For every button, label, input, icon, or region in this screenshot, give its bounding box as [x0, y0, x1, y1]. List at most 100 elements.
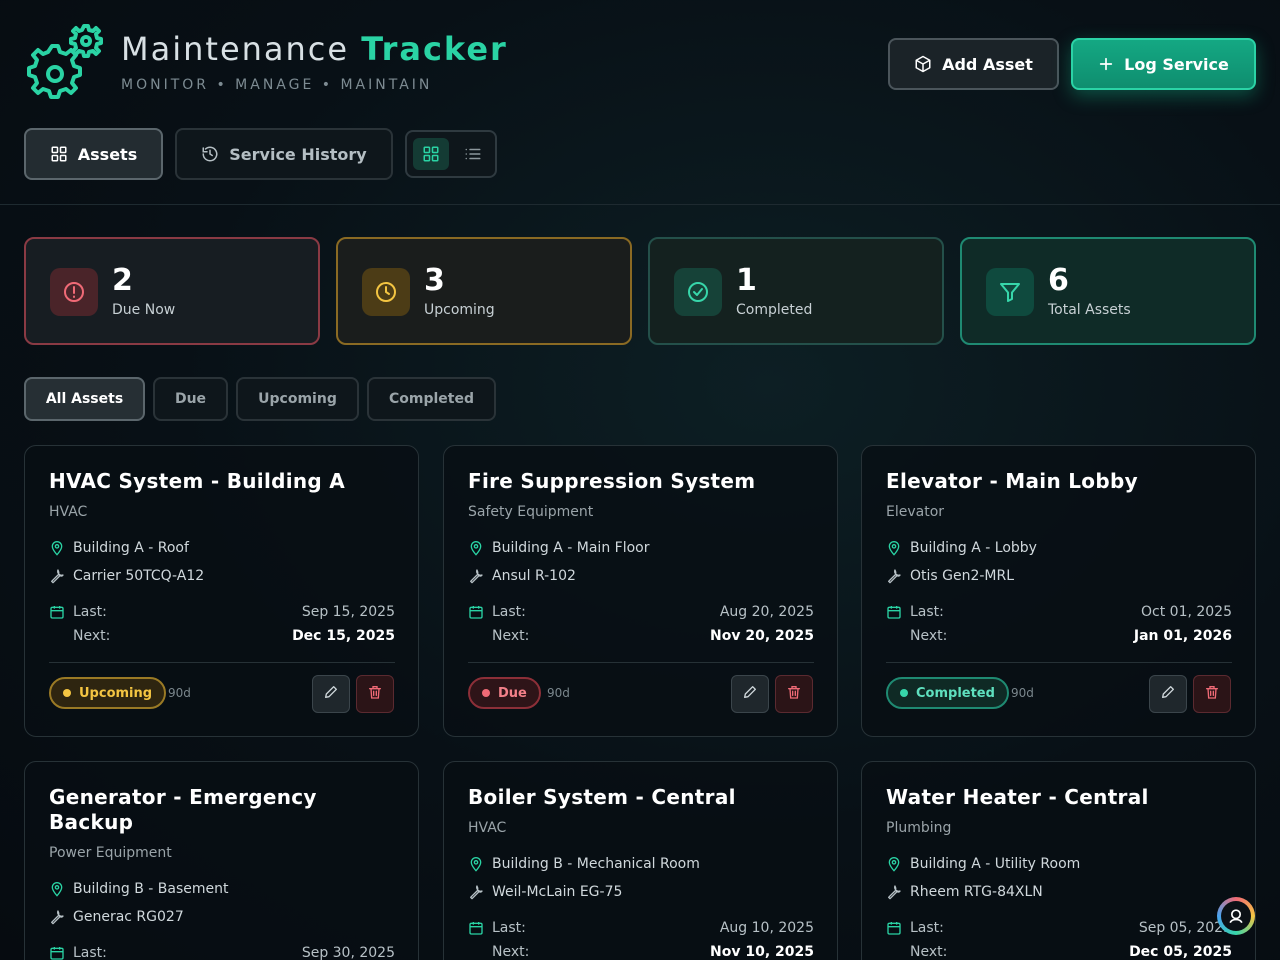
stat-card-total: 6 Total Assets	[960, 237, 1256, 345]
last-service-row: Last: Oct 01, 2025	[886, 602, 1232, 622]
asset-location: Building A - Lobby	[886, 538, 1232, 558]
edit-button[interactable]	[312, 675, 350, 713]
list-view-button[interactable]	[455, 138, 491, 170]
last-label: Last:	[910, 604, 944, 620]
last-service-row: Last: Aug 20, 2025	[468, 602, 814, 622]
stat-value: 1	[736, 263, 757, 298]
tab-assets[interactable]: Assets	[24, 128, 163, 180]
next-service-date: Dec 15, 2025	[292, 628, 395, 644]
user-avatar-button[interactable]	[1217, 897, 1255, 935]
pencil-icon	[1160, 684, 1176, 704]
stat-label: Total Assets	[1048, 302, 1131, 318]
next-label: Next:	[492, 944, 530, 960]
calendar-icon	[49, 945, 65, 960]
wrench-icon	[886, 884, 902, 900]
grid-view-button[interactable]	[413, 138, 449, 170]
asset-location-text: Building B - Basement	[73, 881, 229, 897]
last-label: Last:	[492, 920, 526, 936]
next-service-row: Next: Dec 15, 2025	[49, 626, 395, 646]
log-service-button[interactable]: Log Service	[1071, 38, 1256, 90]
asset-location-text: Building A - Main Floor	[492, 540, 650, 556]
asset-location: Building A - Roof	[49, 538, 395, 558]
asset-name: Fire Suppression System	[468, 469, 756, 493]
asset-location-text: Building B - Mechanical Room	[492, 856, 700, 872]
status-badge: Completed	[886, 677, 1009, 709]
tab-service-history-label: Service History	[229, 144, 367, 164]
next-label: Next:	[910, 944, 948, 960]
status-dot	[63, 689, 71, 697]
trash-icon	[1204, 684, 1220, 704]
asset-category: HVAC	[49, 504, 88, 520]
map-pin-icon	[886, 856, 902, 872]
asset-name: Boiler System - Central	[468, 785, 736, 809]
tab-assets-label: Assets	[77, 144, 138, 164]
grid-icon	[423, 146, 439, 162]
asset-card[interactable]: Generator - Emergency Backup Power Equipm…	[24, 761, 419, 960]
asset-model: Carrier 50TCQ-A12	[49, 566, 395, 586]
tab-service-history[interactable]: Service History	[175, 128, 393, 180]
status-text: Completed	[916, 685, 995, 701]
next-label: Next:	[910, 628, 948, 644]
clock-icon	[362, 268, 410, 316]
pencil-icon	[323, 684, 339, 704]
stat-card-due: 2 Due Now	[24, 237, 320, 345]
filter-due[interactable]: Due	[153, 377, 228, 421]
asset-category: Plumbing	[886, 820, 952, 836]
asset-card[interactable]: Water Heater - Central Plumbing Building A…	[861, 761, 1256, 960]
map-pin-icon	[886, 540, 902, 556]
last-label: Last:	[910, 920, 944, 936]
last-service-row: Last: Sep 15, 2025	[49, 602, 395, 622]
map-pin-icon	[49, 881, 65, 897]
asset-card[interactable]: HVAC System - Building A HVAC Building A -…	[24, 445, 419, 737]
add-asset-button[interactable]: Add Asset	[888, 38, 1059, 90]
stat-card-completed: 1 Completed	[648, 237, 944, 345]
delete-button[interactable]	[1193, 675, 1231, 713]
delete-button[interactable]	[775, 675, 813, 713]
view-toggle	[405, 130, 497, 178]
asset-location: Building A - Main Floor	[468, 538, 814, 558]
last-label: Last:	[73, 604, 107, 620]
asset-card[interactable]: Fire Suppression System Safety Equipment B…	[443, 445, 838, 737]
last-service-row: Last: Sep 30, 2025	[49, 943, 395, 960]
status-badge: Upcoming	[49, 677, 167, 709]
asset-model: Rheem RTG-84XLN	[886, 882, 1232, 902]
asset-card[interactable]: Boiler System - Central HVAC Building B - …	[443, 761, 838, 960]
card-divider	[468, 662, 814, 663]
grid-icon	[51, 146, 67, 162]
asset-name: Generator - Emergency Backup	[49, 785, 317, 834]
filter-upcoming[interactable]: Upcoming	[236, 377, 359, 421]
status-text: Upcoming	[79, 685, 153, 701]
asset-model-text: Carrier 50TCQ-A12	[73, 568, 205, 584]
stat-value: 2	[112, 263, 133, 298]
edit-button[interactable]	[1149, 675, 1187, 713]
next-service-row: Next: Jan 01, 2026	[886, 626, 1232, 646]
last-service-row: Last: Sep 05, 2025	[886, 918, 1232, 938]
last-service-date: Aug 20, 2025	[719, 604, 814, 620]
next-service-date: Nov 10, 2025	[710, 944, 814, 960]
calendar-icon	[49, 604, 65, 620]
trash-icon	[367, 684, 383, 704]
asset-model: Ansul R-102	[468, 566, 814, 586]
next-service-date: Dec 05, 2025	[1129, 944, 1232, 960]
last-service-row: Last: Aug 10, 2025	[468, 918, 814, 938]
last-service-date: Sep 30, 2025	[301, 945, 395, 960]
next-service-date: Jan 01, 2026	[1133, 628, 1232, 644]
last-service-date: Aug 10, 2025	[719, 920, 814, 936]
asset-model: Weil-McLain EG-75	[468, 882, 814, 902]
filter-completed[interactable]: Completed	[367, 377, 496, 421]
asset-card[interactable]: Elevator - Main Lobby Elevator Building A …	[861, 445, 1256, 737]
filter-all-assets[interactable]: All Assets	[24, 377, 145, 421]
plus-icon	[1099, 57, 1113, 71]
delete-button[interactable]	[356, 675, 394, 713]
wrench-icon	[468, 884, 484, 900]
service-interval: 90d	[1011, 686, 1034, 700]
service-interval: 90d	[168, 686, 191, 700]
stat-card-upcoming: 3 Upcoming	[336, 237, 632, 345]
calendar-icon	[468, 920, 484, 936]
edit-button[interactable]	[731, 675, 769, 713]
calendar-icon	[886, 604, 902, 620]
status-dot	[900, 689, 908, 697]
next-service-row: Next: Nov 20, 2025	[468, 626, 814, 646]
stat-value: 6	[1048, 263, 1069, 298]
next-service-row: Next: Nov 10, 2025	[468, 942, 814, 960]
